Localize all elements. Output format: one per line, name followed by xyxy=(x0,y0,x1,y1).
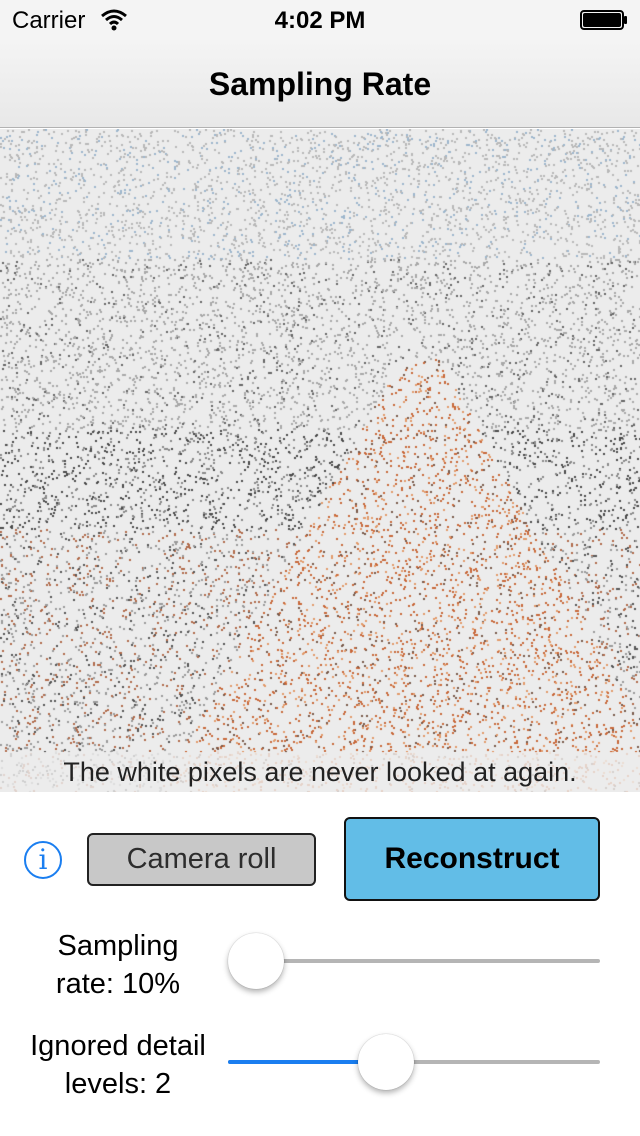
navigation-bar: Sampling Rate xyxy=(0,40,640,128)
preview-caption: The white pixels are never looked at aga… xyxy=(0,752,640,792)
ignored-detail-slider[interactable] xyxy=(228,1034,600,1090)
sampling-rate-label: Sampling rate: 10% xyxy=(0,927,236,1003)
slider-thumb[interactable] xyxy=(357,1034,414,1090)
sampled-pixels-canvas xyxy=(0,129,640,792)
slider-thumb[interactable] xyxy=(228,933,284,989)
camera-roll-button[interactable]: Camera roll xyxy=(87,833,316,886)
ignored-detail-label: Ignored detail levels: 2 xyxy=(0,1027,236,1103)
info-button[interactable]: i xyxy=(24,841,62,879)
ignored-detail-label-line1: Ignored detail xyxy=(30,1030,206,1062)
status-time: 4:02 PM xyxy=(274,7,366,34)
sampled-image-preview xyxy=(0,129,640,792)
ignored-detail-label-line2: levels: 2 xyxy=(64,1068,172,1100)
page-title: Sampling Rate xyxy=(208,66,432,102)
reconstruct-button[interactable]: Reconstruct xyxy=(344,817,600,901)
sampling-rate-label-line2: rate: 10% xyxy=(55,968,181,1000)
sampling-rate-label-line1: Sampling xyxy=(57,930,179,962)
status-bar: Carrier 4:02 PM xyxy=(0,0,640,40)
sampling-rate-slider[interactable] xyxy=(228,933,600,989)
battery-icon xyxy=(580,10,627,30)
info-icon: i xyxy=(38,843,48,876)
